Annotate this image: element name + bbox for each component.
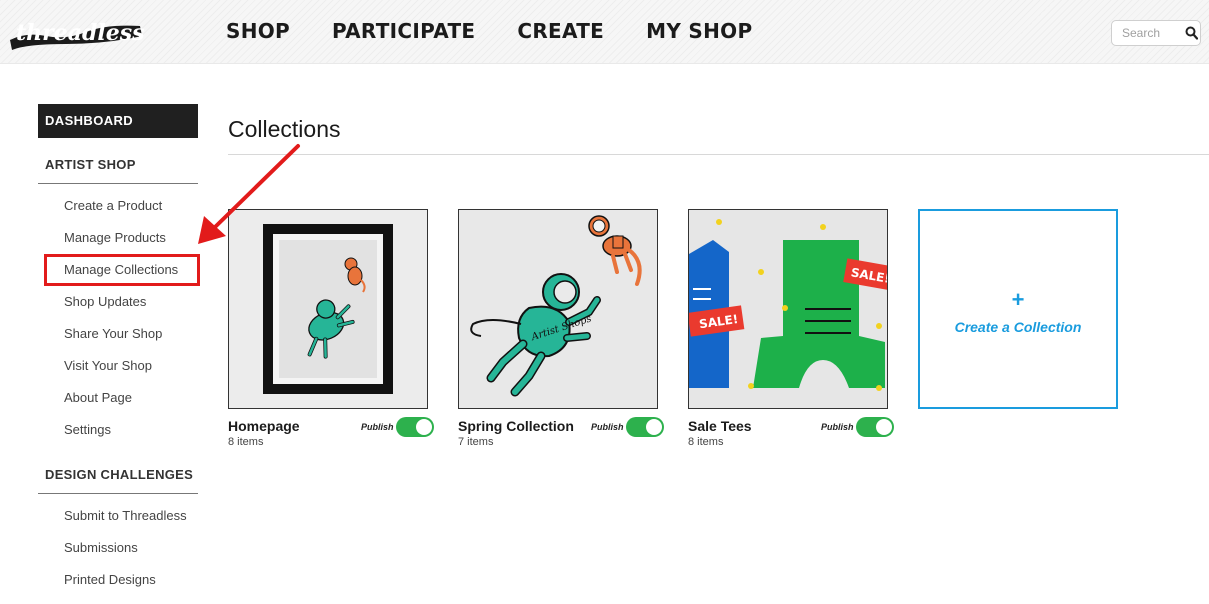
nav-create[interactable]: CREATE bbox=[517, 19, 604, 43]
publish-toggle[interactable] bbox=[396, 417, 434, 437]
astronaut-art: Artist Shops bbox=[459, 210, 657, 408]
sidebar-dashboard[interactable]: DASHBOARD bbox=[38, 104, 198, 138]
collection-name[interactable]: Homepage bbox=[228, 418, 300, 434]
nav-my-shop[interactable]: MY SHOP bbox=[646, 19, 752, 43]
threadless-logo[interactable]: threadless bbox=[6, 10, 146, 56]
sidebar-item-submit[interactable]: Submit to Threadless bbox=[38, 500, 198, 532]
collection-card-homepage: Homepage 8 items Publish bbox=[228, 209, 434, 448]
nav-participate[interactable]: PARTICIPATE bbox=[332, 19, 475, 43]
collection-item-count: 8 items bbox=[228, 436, 264, 448]
collection-thumbnail[interactable] bbox=[228, 209, 428, 409]
search-box bbox=[1111, 20, 1201, 46]
collection-card-sale-tees: SALE! SALE! Sale Tees 8 items Publish bbox=[688, 209, 894, 448]
sidebar: DASHBOARD ARTIST SHOP Create a Product M… bbox=[38, 104, 200, 596]
sale-tees-art: SALE! SALE! bbox=[689, 210, 887, 408]
search-icon[interactable] bbox=[1185, 26, 1198, 40]
sidebar-item-share-shop[interactable]: Share Your Shop bbox=[38, 318, 198, 350]
sidebar-item-manage-collections[interactable]: Manage Collections bbox=[44, 254, 200, 286]
publish-toggle[interactable] bbox=[856, 417, 894, 437]
publish-toggle[interactable] bbox=[626, 417, 664, 437]
collection-thumbnail[interactable]: SALE! SALE! bbox=[688, 209, 888, 409]
toggle-knob bbox=[416, 419, 432, 435]
sidebar-item-submissions[interactable]: Submissions bbox=[38, 532, 198, 564]
publish-label: Publish bbox=[591, 422, 624, 432]
sidebar-item-about-page[interactable]: About Page bbox=[38, 382, 198, 414]
collection-card-spring: Artist Shops Spring Collection 7 items P… bbox=[458, 209, 664, 448]
site-header: threadless SHOP PARTICIPATE CREATE MY SH… bbox=[0, 0, 1209, 64]
collection-thumbnail[interactable]: Artist Shops bbox=[458, 209, 658, 409]
plus-icon: + bbox=[1011, 287, 1025, 312]
publish-label: Publish bbox=[821, 422, 854, 432]
page-title: Collections bbox=[228, 116, 341, 142]
sidebar-heading-design-challenges: DESIGN CHALLENGES bbox=[38, 448, 198, 494]
create-collection-button[interactable]: + Create a Collection bbox=[918, 209, 1118, 409]
collection-item-count: 8 items bbox=[688, 436, 724, 448]
nav-shop[interactable]: SHOP bbox=[226, 19, 290, 43]
framed-astronaut-art bbox=[229, 210, 427, 408]
logo-wordmark: threadless bbox=[16, 20, 145, 46]
toggle-knob bbox=[646, 419, 662, 435]
title-divider bbox=[228, 154, 1209, 155]
sidebar-item-shop-updates[interactable]: Shop Updates bbox=[38, 286, 198, 318]
design-challenges-menu: Submit to Threadless Submissions Printed… bbox=[38, 494, 198, 596]
collection-name[interactable]: Spring Collection bbox=[458, 418, 574, 434]
collection-item-count: 7 items bbox=[458, 436, 494, 448]
sidebar-item-settings[interactable]: Settings bbox=[38, 414, 198, 446]
sidebar-item-create-product[interactable]: Create a Product bbox=[38, 190, 198, 222]
sidebar-item-visit-shop[interactable]: Visit Your Shop bbox=[38, 350, 198, 382]
main-nav: SHOP PARTICIPATE CREATE MY SHOP bbox=[226, 19, 794, 43]
toggle-knob bbox=[876, 419, 892, 435]
publish-label: Publish bbox=[361, 422, 394, 432]
sidebar-item-printed-designs[interactable]: Printed Designs bbox=[38, 564, 198, 596]
sidebar-item-manage-products[interactable]: Manage Products bbox=[38, 222, 198, 254]
search-input[interactable] bbox=[1112, 21, 1182, 45]
create-collection-label: Create a Collection bbox=[954, 319, 1082, 335]
artist-shop-menu: Create a Product Manage Products Manage … bbox=[38, 184, 200, 446]
sidebar-heading-artist-shop: ARTIST SHOP bbox=[38, 138, 198, 184]
collection-name[interactable]: Sale Tees bbox=[688, 418, 752, 434]
